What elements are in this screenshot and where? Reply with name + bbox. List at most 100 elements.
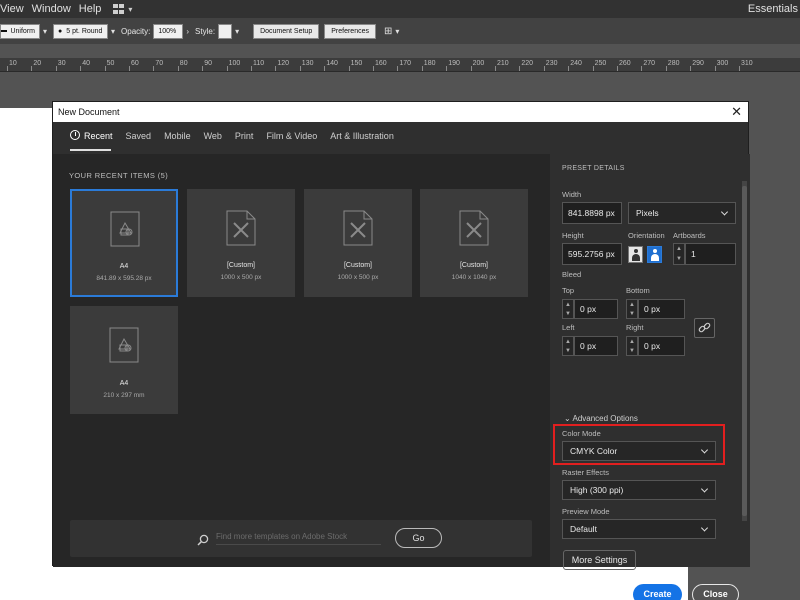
menu-view[interactable]: View	[0, 3, 24, 15]
dialog-title: New Document	[58, 107, 120, 117]
ruler-tick-mark	[739, 66, 740, 71]
units-select[interactable]: Pixels	[628, 202, 736, 224]
portrait-icon	[634, 249, 638, 253]
advanced-options-toggle[interactable]: ⌄ Advanced Options	[564, 414, 638, 423]
preferences-button[interactable]: Preferences	[324, 23, 376, 39]
close-button[interactable]: Close	[692, 584, 739, 600]
chevron-down-icon[interactable]: ▾	[43, 27, 47, 36]
brush-dot-icon: ●	[58, 27, 63, 35]
bleed-left-stepper[interactable]: ▲ ▼	[562, 336, 574, 356]
color-mode-label: Color Mode	[562, 429, 601, 438]
recent-item-card[interactable]: A4 210 x 297 mm	[70, 306, 178, 414]
recent-item-card[interactable]: [Custom] 1000 x 500 px	[304, 189, 412, 297]
chevron-right-icon[interactable]: ›	[186, 27, 189, 36]
recent-item-card[interactable]: A4 841.89 x 595.28 px	[70, 189, 178, 297]
scrollbar-thumb[interactable]	[742, 186, 747, 516]
bleed-bottom-stepper[interactable]: ▲ ▼	[626, 299, 638, 319]
brush-select[interactable]: ● 5 pt. Round	[53, 23, 109, 39]
ruler-tick-label: 250	[594, 60, 607, 67]
card-size: 1000 x 500 px	[337, 274, 379, 281]
ruler-tick-label: 200	[472, 60, 485, 67]
tab-print[interactable]: Print	[235, 131, 254, 141]
style-swatch[interactable]	[218, 23, 233, 39]
close-icon[interactable]: ✕	[731, 104, 742, 120]
tab-recent[interactable]: Recent	[70, 130, 113, 141]
tab-saved[interactable]: Saved	[126, 131, 152, 141]
menu-window[interactable]: Window	[32, 3, 71, 15]
menu-help[interactable]: Help	[79, 3, 102, 15]
opacity-input[interactable]: 100%	[153, 23, 184, 39]
chevron-down-icon[interactable]: ▾	[128, 5, 132, 14]
ruler-tick-mark	[31, 66, 33, 71]
ruler-tick-label: 220	[521, 60, 534, 67]
link-bleed-button[interactable]	[694, 318, 715, 338]
brush-label: 5 pt. Round	[66, 27, 103, 35]
ruler-tick-label: 170	[399, 60, 412, 67]
document-preset-icon	[110, 211, 140, 247]
ruler-tick-label: 290	[692, 60, 704, 67]
bleed-right-stepper[interactable]: ▲ ▼	[626, 336, 638, 356]
document-preset-icon	[109, 327, 139, 363]
ruler-tick-mark	[324, 66, 326, 71]
color-mode-value: CMYK Color	[570, 446, 618, 456]
chevron-down-icon[interactable]: ▾	[235, 27, 239, 36]
bleed-left-input[interactable]: 0 px	[574, 336, 618, 356]
custom-document-icon	[226, 210, 256, 246]
bleed-bottom-input[interactable]: 0 px	[638, 299, 685, 319]
ruler-tick-mark	[7, 66, 8, 71]
tab-mobile[interactable]: Mobile	[164, 131, 191, 141]
raster-effects-label: Raster Effects	[562, 468, 609, 477]
chevron-down-icon[interactable]: ▾	[395, 27, 399, 36]
landscape-orientation-button[interactable]	[647, 246, 662, 263]
ruler-tick-mark	[348, 66, 350, 71]
tab-film-video[interactable]: Film & Video	[266, 131, 317, 141]
color-mode-select[interactable]: CMYK Color	[562, 441, 716, 461]
ruler-tick-mark	[592, 66, 594, 71]
ruler-tick-label: 300	[716, 60, 729, 67]
panel-scrollbar[interactable]	[742, 181, 747, 521]
chevron-down-icon: ⌄	[564, 414, 571, 423]
bleed-top-input[interactable]: 0 px	[574, 299, 618, 319]
artboards-input[interactable]: 1	[685, 243, 736, 265]
raster-effects-value: High (300 ppi)	[570, 485, 624, 495]
horizontal-ruler[interactable]: 10 20 30 40 50 60 70 80 90 100 110 120 130 140 150 160 1…	[0, 58, 800, 72]
ruler-tick-label: 140	[326, 60, 338, 67]
card-name: A4	[119, 380, 129, 387]
card-size: 210 x 297 mm	[103, 392, 145, 399]
tab-web[interactable]: Web	[204, 131, 222, 141]
bleed-top-stepper[interactable]: ▲ ▼	[562, 299, 574, 319]
arrange-documents-icon[interactable]	[113, 4, 125, 14]
tab-art-illustration[interactable]: Art & Illustration	[330, 131, 394, 141]
go-button[interactable]: Go	[395, 528, 442, 548]
ruler-tick-mark	[397, 66, 399, 71]
card-name: [Custom]	[343, 262, 372, 269]
bleed-right-input[interactable]: 0 px	[638, 336, 685, 356]
document-setup-button[interactable]: Document Setup	[253, 23, 320, 39]
ruler-tick-label: 70	[155, 60, 164, 67]
stroke-profile-select[interactable]: Uniform	[0, 23, 40, 39]
raster-effects-select[interactable]: High (300 ppi)	[562, 480, 716, 500]
preview-mode-select[interactable]: Default	[562, 519, 716, 539]
create-button[interactable]: Create	[633, 584, 682, 600]
portrait-orientation-button[interactable]	[628, 246, 643, 263]
height-input[interactable]: 595.2756 px	[562, 243, 622, 265]
recent-items-header: YOUR RECENT ITEMS (5)	[69, 171, 169, 180]
ruler-tick-mark	[446, 66, 448, 71]
search-icon	[197, 534, 209, 546]
recent-item-card[interactable]: [Custom] 1000 x 500 px	[187, 189, 295, 297]
ruler-tick-mark	[104, 66, 106, 71]
landscape-icon	[653, 249, 657, 253]
ruler-tick-mark	[129, 66, 130, 71]
card-name: A4	[119, 263, 129, 270]
chevron-down-icon[interactable]: ▾	[111, 27, 115, 36]
recent-item-card[interactable]: [Custom] 1040 x 1040 px	[420, 189, 528, 297]
bleed-bottom-label: Bottom	[626, 286, 650, 295]
ruler-tick-label: 240	[570, 60, 582, 67]
stock-search-input[interactable]: Find more templates on Adobe Stock	[216, 532, 381, 545]
width-input[interactable]: 841.8898 px	[562, 202, 622, 224]
artboards-stepper[interactable]: ▲ ▼	[673, 243, 685, 265]
workspace-switcher[interactable]: Essentials	[748, 3, 798, 15]
ruler-tick-mark	[690, 66, 692, 71]
more-settings-button[interactable]: More Settings	[563, 550, 636, 570]
arrange-icon[interactable]: ⊞	[384, 26, 392, 37]
